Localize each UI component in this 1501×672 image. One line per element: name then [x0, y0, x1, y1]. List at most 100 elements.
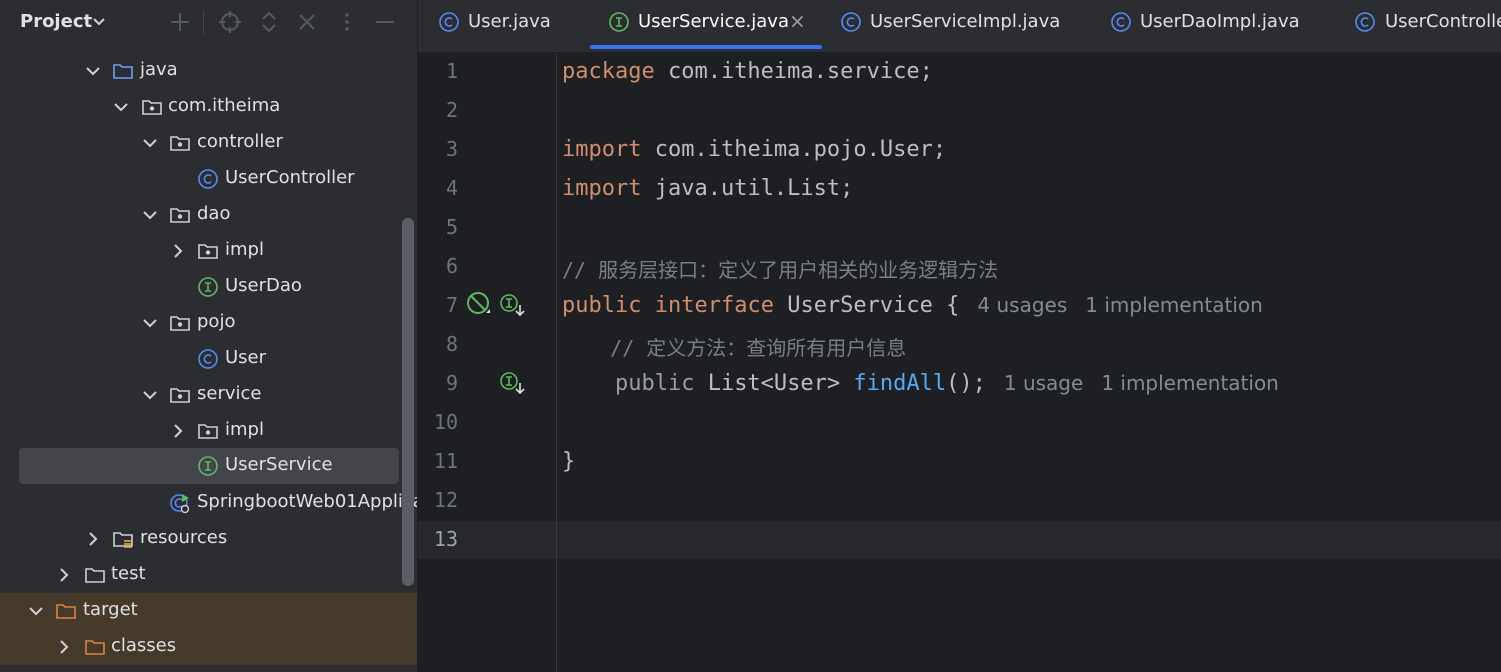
- tree-item-label: UserController: [225, 167, 355, 188]
- chevron-down-icon[interactable]: [84, 62, 102, 80]
- class-icon: [439, 12, 459, 32]
- tab-label: UserServiceImpl.java: [870, 11, 1061, 32]
- header-divider: [203, 10, 204, 34]
- keyword: interface: [654, 293, 774, 318]
- tree-item-label: service: [197, 383, 262, 404]
- tab-usercontroller-java[interactable]: UserControlle: [1352, 0, 1501, 52]
- code-editor[interactable]: 1 2 3 4 5 6 7 8 9 10 11 12 13 package co…: [418, 53, 1501, 672]
- tree-item-userservice[interactable]: UserService: [0, 448, 417, 484]
- code-text: java.util.List;: [641, 176, 854, 201]
- tab-user-java[interactable]: User.java: [418, 0, 588, 52]
- tree-item-label: impl: [225, 419, 264, 440]
- tree-scrollbar[interactable]: [402, 218, 414, 586]
- more-options-icon[interactable]: [335, 10, 359, 34]
- tree-item-classes[interactable]: classes: [0, 629, 417, 665]
- line-number: 9: [445, 371, 458, 395]
- tab-userdaoimpl-java[interactable]: UserDaoImpl.java: [1092, 0, 1352, 52]
- keyword: import: [562, 137, 642, 162]
- comment: // 定义方法：查询所有用户信息: [562, 336, 907, 360]
- folder-icon: [113, 64, 133, 79]
- class-icon: [198, 349, 218, 369]
- no-bean-icon[interactable]: [466, 291, 492, 317]
- usages-hint[interactable]: 4 usages: [977, 293, 1067, 317]
- tree-item-service[interactable]: service: [0, 377, 417, 413]
- keyword: import: [562, 176, 642, 201]
- tree-item-label: test: [111, 563, 146, 584]
- usages-hint[interactable]: 1 usage: [1004, 371, 1083, 395]
- chevron-right-icon[interactable]: [169, 422, 187, 440]
- chevron-right-icon[interactable]: [169, 242, 187, 260]
- tree-item-label: classes: [111, 635, 177, 656]
- package-icon: [198, 424, 218, 439]
- package-icon: [170, 316, 190, 331]
- chevron-right-icon[interactable]: [84, 530, 102, 548]
- add-icon[interactable]: [168, 10, 192, 34]
- tree-item-user[interactable]: User: [0, 341, 417, 377]
- chevron-down-icon[interactable]: [141, 134, 159, 152]
- tree-item-controller[interactable]: controller: [0, 125, 417, 161]
- excluded-folder-icon: [56, 604, 76, 619]
- locate-icon[interactable]: [218, 10, 242, 34]
- expand-all-icon[interactable]: [257, 10, 281, 34]
- editor-tab-bar: User.java UserService.java × UserService…: [418, 0, 1501, 53]
- package-icon: [170, 136, 190, 151]
- chevron-down-icon[interactable]: [141, 206, 159, 224]
- tree-item-java[interactable]: java: [0, 53, 417, 89]
- class-icon: [198, 169, 218, 189]
- tree-item-com-itheima[interactable]: com.itheima: [0, 89, 417, 125]
- tree-item-pojo[interactable]: pojo: [0, 305, 417, 341]
- class-icon: [841, 12, 861, 32]
- tab-userserviceimpl-java[interactable]: UserServiceImpl.java: [822, 0, 1092, 52]
- implementation-hint[interactable]: 1 implementation: [1085, 293, 1263, 317]
- line-number: 7: [445, 293, 458, 317]
- tree-item-userdao[interactable]: UserDao: [0, 269, 417, 305]
- tree-item-label: impl: [225, 239, 264, 260]
- chevron-down-icon[interactable]: [141, 386, 159, 404]
- chevron-right-icon[interactable]: [55, 566, 73, 584]
- project-title[interactable]: Project: [20, 11, 92, 32]
- line-number: 4: [445, 176, 458, 200]
- tree-item-resources[interactable]: resources: [0, 521, 417, 557]
- hide-icon[interactable]: [373, 10, 397, 34]
- chevron-down-icon[interactable]: [112, 98, 130, 116]
- code-line-8: // 定义方法：查询所有用户信息: [562, 332, 906, 361]
- tree-item-dao-impl[interactable]: impl: [0, 233, 417, 269]
- code-text: List<User>: [694, 371, 854, 396]
- spring-app-icon: [170, 494, 190, 514]
- package-icon: [170, 208, 190, 223]
- tree-item-label: controller: [197, 131, 283, 152]
- line-number: 13: [433, 527, 458, 551]
- close-icon[interactable]: ×: [789, 9, 806, 33]
- editor-gutter[interactable]: 1 2 3 4 5 6 7 8 9 10 11 12 13: [418, 53, 557, 672]
- tree-item-usercontroller[interactable]: UserController: [0, 161, 417, 197]
- tree-item-test[interactable]: test: [0, 557, 417, 593]
- chevron-down-icon[interactable]: [27, 602, 45, 620]
- code-line-7: public interface UserService {4 usages 1 …: [562, 293, 1263, 318]
- folder-icon: [85, 568, 105, 583]
- tree-item-label: target: [83, 599, 138, 620]
- line-number: 1: [445, 59, 458, 83]
- code-line-11: }: [562, 449, 575, 474]
- chevron-right-icon[interactable]: [55, 638, 73, 656]
- code-line-3: import com.itheima.pojo.User;: [562, 137, 946, 162]
- keyword: package: [562, 59, 655, 84]
- tree-item-dao[interactable]: dao: [0, 197, 417, 233]
- implemented-interface-icon[interactable]: [499, 293, 525, 319]
- package-icon: [170, 388, 190, 403]
- tree-item-label: UserService: [225, 454, 333, 475]
- implemented-method-icon[interactable]: [499, 371, 525, 397]
- chevron-down-icon[interactable]: [141, 314, 159, 332]
- tree-item-target[interactable]: target: [0, 593, 417, 629]
- method-name: findAll: [853, 371, 947, 396]
- tree-item-springboot-app[interactable]: SpringbootWeb01Applica: [0, 485, 417, 521]
- chevron-down-icon[interactable]: [92, 12, 106, 32]
- package-icon: [142, 100, 162, 115]
- excluded-folder-icon: [85, 640, 105, 655]
- implementation-hint[interactable]: 1 implementation: [1101, 371, 1279, 395]
- tree-item-label: com.itheima: [168, 95, 281, 116]
- collapse-all-icon[interactable]: [295, 10, 319, 34]
- code-line-9: public List<User> findAll(); 1 usage 1 imp…: [562, 371, 1279, 396]
- tab-label: UserControlle: [1385, 11, 1501, 32]
- tree-item-service-impl[interactable]: impl: [0, 413, 417, 449]
- tree-item-label: User: [225, 347, 267, 368]
